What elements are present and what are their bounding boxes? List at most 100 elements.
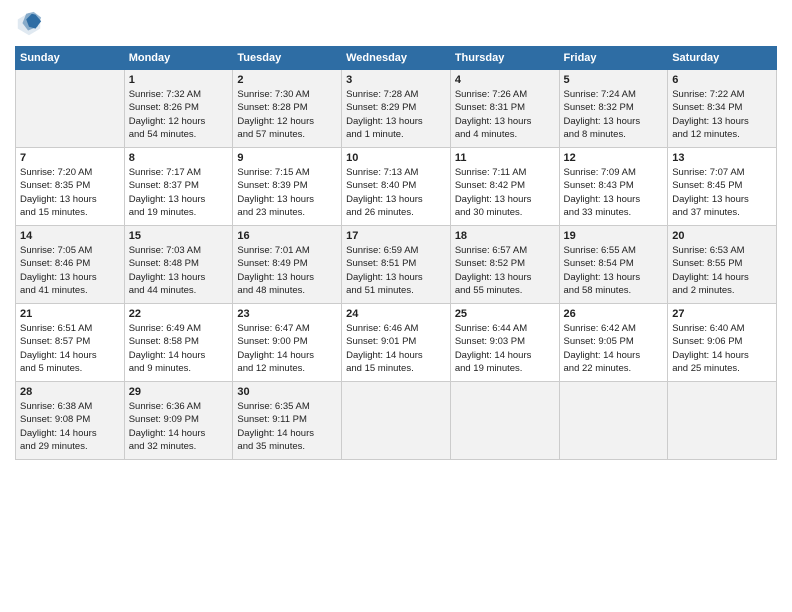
cell-content-line: Sunset: 8:54 PM: [564, 257, 664, 270]
cell-content-line: Daylight: 14 hours: [672, 349, 772, 362]
day-cell: 5Sunrise: 7:24 AMSunset: 8:32 PMDaylight…: [559, 70, 668, 148]
day-number: 22: [129, 308, 229, 320]
cell-content-line: Daylight: 14 hours: [672, 271, 772, 284]
cell-content-line: Daylight: 14 hours: [455, 349, 555, 362]
cell-content-line: and 15 minutes.: [346, 362, 446, 375]
day-number: 11: [455, 152, 555, 164]
day-cell: 21Sunrise: 6:51 AMSunset: 8:57 PMDayligh…: [16, 304, 125, 382]
day-number: 20: [672, 230, 772, 242]
day-number: 27: [672, 308, 772, 320]
cell-content-line: Sunset: 8:40 PM: [346, 179, 446, 192]
cell-content-line: Sunrise: 7:30 AM: [237, 88, 337, 101]
cell-content-line: Daylight: 13 hours: [672, 115, 772, 128]
day-number: 12: [564, 152, 664, 164]
cell-content-line: Sunset: 9:05 PM: [564, 335, 664, 348]
day-cell: 16Sunrise: 7:01 AMSunset: 8:49 PMDayligh…: [233, 226, 342, 304]
cell-content-line: Sunset: 8:49 PM: [237, 257, 337, 270]
day-number: 9: [237, 152, 337, 164]
day-number: 19: [564, 230, 664, 242]
col-header-saturday: Saturday: [668, 47, 777, 70]
day-cell: [559, 382, 668, 460]
day-cell: 13Sunrise: 7:07 AMSunset: 8:45 PMDayligh…: [668, 148, 777, 226]
cell-content-line: Sunrise: 6:49 AM: [129, 322, 229, 335]
cell-content-line: Sunrise: 6:55 AM: [564, 244, 664, 257]
day-number: 10: [346, 152, 446, 164]
cell-content-line: Sunrise: 7:11 AM: [455, 166, 555, 179]
logo: [15, 10, 47, 38]
cell-content-line: Sunset: 8:34 PM: [672, 101, 772, 114]
cell-content-line: and 55 minutes.: [455, 284, 555, 297]
cell-content-line: Sunset: 9:00 PM: [237, 335, 337, 348]
day-number: 28: [20, 386, 120, 398]
cell-content-line: Daylight: 13 hours: [455, 271, 555, 284]
calendar-table: SundayMondayTuesdayWednesdayThursdayFrid…: [15, 46, 777, 460]
day-cell: [16, 70, 125, 148]
cell-content-line: Sunset: 9:06 PM: [672, 335, 772, 348]
cell-content-line: Sunset: 9:09 PM: [129, 413, 229, 426]
cell-content-line: Daylight: 13 hours: [20, 271, 120, 284]
cell-content-line: and 12 minutes.: [237, 362, 337, 375]
cell-content-line: Sunset: 8:55 PM: [672, 257, 772, 270]
day-cell: 22Sunrise: 6:49 AMSunset: 8:58 PMDayligh…: [124, 304, 233, 382]
cell-content-line: and 25 minutes.: [672, 362, 772, 375]
cell-content-line: Sunrise: 6:40 AM: [672, 322, 772, 335]
week-row-3: 14Sunrise: 7:05 AMSunset: 8:46 PMDayligh…: [16, 226, 777, 304]
cell-content-line: Daylight: 12 hours: [237, 115, 337, 128]
cell-content-line: Sunrise: 7:32 AM: [129, 88, 229, 101]
cell-content-line: Daylight: 13 hours: [129, 271, 229, 284]
cell-content-line: and 5 minutes.: [20, 362, 120, 375]
cell-content-line: Daylight: 13 hours: [564, 193, 664, 206]
cell-content-line: Sunrise: 7:15 AM: [237, 166, 337, 179]
cell-content-line: Sunrise: 7:03 AM: [129, 244, 229, 257]
day-number: 7: [20, 152, 120, 164]
day-cell: 29Sunrise: 6:36 AMSunset: 9:09 PMDayligh…: [124, 382, 233, 460]
cell-content-line: Daylight: 14 hours: [237, 427, 337, 440]
cell-content-line: Sunset: 9:08 PM: [20, 413, 120, 426]
cell-content-line: Sunset: 8:31 PM: [455, 101, 555, 114]
day-cell: 25Sunrise: 6:44 AMSunset: 9:03 PMDayligh…: [450, 304, 559, 382]
cell-content-line: Sunset: 9:11 PM: [237, 413, 337, 426]
day-cell: 3Sunrise: 7:28 AMSunset: 8:29 PMDaylight…: [342, 70, 451, 148]
col-header-sunday: Sunday: [16, 47, 125, 70]
header-row: SundayMondayTuesdayWednesdayThursdayFrid…: [16, 47, 777, 70]
cell-content-line: Daylight: 13 hours: [455, 193, 555, 206]
cell-content-line: and 23 minutes.: [237, 206, 337, 219]
day-number: 21: [20, 308, 120, 320]
day-number: 30: [237, 386, 337, 398]
day-number: 1: [129, 74, 229, 86]
day-number: 24: [346, 308, 446, 320]
day-cell: 12Sunrise: 7:09 AMSunset: 8:43 PMDayligh…: [559, 148, 668, 226]
cell-content-line: and 15 minutes.: [20, 206, 120, 219]
day-number: 3: [346, 74, 446, 86]
cell-content-line: and 37 minutes.: [672, 206, 772, 219]
cell-content-line: Sunset: 8:42 PM: [455, 179, 555, 192]
cell-content-line: Sunset: 8:39 PM: [237, 179, 337, 192]
day-number: 14: [20, 230, 120, 242]
cell-content-line: Sunrise: 7:07 AM: [672, 166, 772, 179]
cell-content-line: Daylight: 13 hours: [346, 193, 446, 206]
cell-content-line: Sunrise: 7:22 AM: [672, 88, 772, 101]
cell-content-line: Daylight: 13 hours: [129, 193, 229, 206]
cell-content-line: and 19 minutes.: [129, 206, 229, 219]
day-cell: 6Sunrise: 7:22 AMSunset: 8:34 PMDaylight…: [668, 70, 777, 148]
cell-content-line: Daylight: 13 hours: [346, 115, 446, 128]
cell-content-line: Sunrise: 6:53 AM: [672, 244, 772, 257]
cell-content-line: and 30 minutes.: [455, 206, 555, 219]
cell-content-line: Daylight: 14 hours: [346, 349, 446, 362]
day-number: 13: [672, 152, 772, 164]
cell-content-line: and 57 minutes.: [237, 128, 337, 141]
day-cell: [342, 382, 451, 460]
cell-content-line: Sunset: 8:48 PM: [129, 257, 229, 270]
day-cell: 1Sunrise: 7:32 AMSunset: 8:26 PMDaylight…: [124, 70, 233, 148]
cell-content-line: Sunset: 8:46 PM: [20, 257, 120, 270]
cell-content-line: Sunrise: 6:59 AM: [346, 244, 446, 257]
day-cell: 24Sunrise: 6:46 AMSunset: 9:01 PMDayligh…: [342, 304, 451, 382]
logo-icon: [15, 10, 43, 38]
cell-content-line: and 9 minutes.: [129, 362, 229, 375]
week-row-1: 1Sunrise: 7:32 AMSunset: 8:26 PMDaylight…: [16, 70, 777, 148]
cell-content-line: Sunrise: 6:36 AM: [129, 400, 229, 413]
cell-content-line: Sunrise: 6:35 AM: [237, 400, 337, 413]
day-cell: 7Sunrise: 7:20 AMSunset: 8:35 PMDaylight…: [16, 148, 125, 226]
cell-content-line: Sunrise: 7:26 AM: [455, 88, 555, 101]
cell-content-line: and 54 minutes.: [129, 128, 229, 141]
